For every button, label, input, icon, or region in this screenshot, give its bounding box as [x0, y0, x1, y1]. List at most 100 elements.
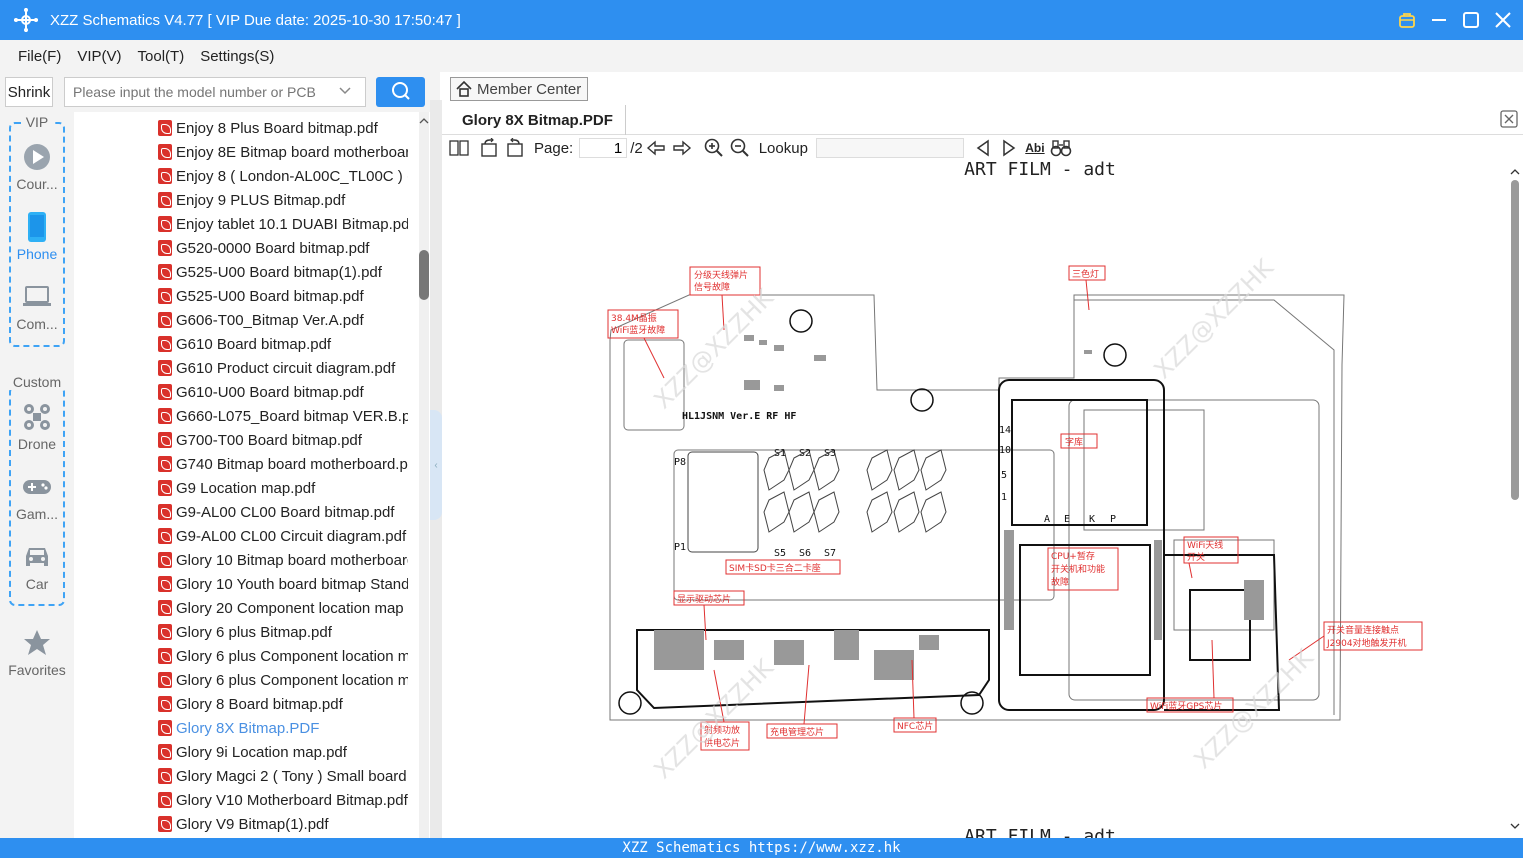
minimize-icon[interactable]: [1429, 10, 1449, 30]
panel-splitter[interactable]: ‹: [430, 100, 442, 838]
file-list-item[interactable]: G700-T00 Board bitmap.pdf: [158, 428, 408, 452]
search-button[interactable]: [376, 77, 425, 107]
search-input[interactable]: [73, 79, 337, 105]
file-name: Enjoy tablet 10.1 DUABI Bitmap.pdf: [176, 215, 408, 233]
file-name: Glory V9 Bitmap(1).pdf: [176, 815, 329, 833]
file-list-item[interactable]: Glory 6 plus Bitmap.pdf: [158, 620, 408, 644]
file-list-item[interactable]: G525-U00 Board bitmap.pdf: [158, 284, 408, 308]
file-list-item[interactable]: Enjoy 8E Bitmap board motherboard: [158, 140, 408, 164]
lookup-input[interactable]: [815, 138, 964, 158]
pdf-page[interactable]: ART FILM - adt ART FILM - adt HL1JSNM Ve…: [474, 160, 1507, 838]
pdf-file-icon: [158, 264, 172, 280]
pdf-toolbar: Page: /2 Lookup Abi: [442, 135, 1523, 161]
file-list-item[interactable]: G520-0000 Board bitmap.pdf: [158, 236, 408, 260]
lookup-label: Lookup: [758, 139, 808, 157]
menu-file[interactable]: File(F): [18, 48, 61, 65]
file-list-item[interactable]: G610 Board bitmap.pdf: [158, 332, 408, 356]
file-list-item[interactable]: Enjoy 9 PLUS Bitmap.pdf: [158, 188, 408, 212]
scrollbar-thumb[interactable]: [419, 250, 429, 300]
file-list-scrollbar[interactable]: [407, 112, 429, 838]
pdf-file-icon: [158, 408, 172, 424]
vip-bag-icon[interactable]: [1397, 10, 1417, 30]
sidebar-item-drone[interactable]: Drone: [0, 402, 74, 452]
file-name: G520-0000 Board bitmap.pdf: [176, 239, 370, 257]
next-page-icon[interactable]: [669, 137, 695, 159]
search-icon: [391, 81, 411, 104]
match-case-icon[interactable]: Abi: [1022, 137, 1048, 159]
two-page-view-icon[interactable]: [446, 137, 472, 159]
file-list-item[interactable]: G9-AL00 CL00 Board bitmap.pdf: [158, 500, 408, 524]
shrink-button[interactable]: Shrink: [5, 77, 53, 107]
rotate-left-icon[interactable]: [476, 137, 502, 159]
sidebar-item-game[interactable]: Gam...: [0, 472, 74, 522]
file-list-item[interactable]: Glory 8X Bitmap.PDF: [158, 716, 408, 740]
custom-group-label: Custom: [0, 374, 74, 390]
sidebar-item-phone[interactable]: Phone: [0, 212, 74, 262]
menu-tool[interactable]: Tool(T): [138, 48, 185, 65]
pin-label: A: [1044, 514, 1050, 525]
file-list-item[interactable]: Glory 6 plus Component location map: [158, 668, 408, 692]
binoculars-icon[interactable]: [1048, 137, 1074, 159]
zoom-out-icon[interactable]: [727, 137, 753, 159]
watermark: XZZ@XZZHK: [1148, 253, 1279, 384]
board-schematic: ART FILM - adt ART FILM - adt HL1JSNM Ve…: [607, 160, 1423, 838]
file-list-item[interactable]: Enjoy 8 Plus Board bitmap.pdf: [158, 116, 408, 140]
file-list-item[interactable]: Glory Magci 2 ( Tony ) Small board: [158, 764, 408, 788]
tab-glory-8x[interactable]: Glory 8X Bitmap.PDF: [450, 105, 626, 135]
file-list-item[interactable]: G740 Bitmap board motherboard.pdf: [158, 452, 408, 476]
file-list-item[interactable]: G606-T00_Bitmap Ver.A.pdf: [158, 308, 408, 332]
file-name: G9-AL00 CL00 Board bitmap.pdf: [176, 503, 395, 521]
file-list-item[interactable]: Glory 10 Youth board bitmap Standard: [158, 572, 408, 596]
sidebar-item-computer[interactable]: Com...: [0, 282, 74, 332]
previous-page-icon[interactable]: [643, 137, 669, 159]
pdf-file-icon: [158, 792, 172, 808]
model-search-field[interactable]: [64, 77, 366, 107]
maximize-icon[interactable]: [1461, 10, 1481, 30]
file-list-item[interactable]: Glory V10 Motherboard Bitmap.pdf: [158, 788, 408, 812]
member-center-button[interactable]: Member Center: [450, 77, 588, 101]
file-name: Glory 6 plus Component location map: [176, 647, 408, 665]
chevron-down-icon[interactable]: [337, 83, 353, 102]
sidebar-item-courses[interactable]: Cour...: [0, 142, 74, 192]
file-list-item[interactable]: G9-AL00 CL00 Circuit diagram.pdf: [158, 524, 408, 548]
file-list-item[interactable]: Glory 20 Component location map: [158, 596, 408, 620]
file-list-item[interactable]: Glory 6 plus Component location map: [158, 644, 408, 668]
file-list-item[interactable]: Enjoy 8 ( London-AL00C_TL00C ) (: [158, 164, 408, 188]
file-list-item[interactable]: G525-U00 Board bitmap(1).pdf: [158, 260, 408, 284]
play-circle-icon: [0, 142, 74, 172]
find-next-icon[interactable]: [996, 137, 1022, 159]
file-list-item[interactable]: Glory V9 Bitmap(1).pdf: [158, 812, 408, 836]
collapse-panel-icon[interactable]: ‹: [430, 410, 442, 520]
pin-label: 5: [1001, 470, 1007, 481]
find-previous-icon[interactable]: [970, 137, 996, 159]
file-list-item[interactable]: Glory 8 Board bitmap.pdf: [158, 692, 408, 716]
file-name: Glory 6 plus Bitmap.pdf: [176, 623, 332, 641]
file-list-item[interactable]: Glory 9i Location map.pdf: [158, 740, 408, 764]
file-name: G740 Bitmap board motherboard.pdf: [176, 455, 408, 473]
file-name: Glory 10 Bitmap board motherboard: [176, 551, 408, 569]
file-list-item[interactable]: G660-L075_Board bitmap VER.B.pdf: [158, 404, 408, 428]
close-tab-icon[interactable]: [1499, 109, 1519, 129]
sidebar-item-favorites[interactable]: Favorites: [0, 628, 74, 678]
file-name: G525-U00 Board bitmap(1).pdf: [176, 263, 382, 281]
page-number-input[interactable]: [579, 138, 628, 158]
pdf-scrollbar[interactable]: [1508, 160, 1522, 838]
close-icon[interactable]: [1493, 10, 1513, 30]
pin-label: S5: [774, 548, 786, 559]
sidebar-item-car[interactable]: Car: [0, 542, 74, 592]
file-name: Enjoy 8 Plus Board bitmap.pdf: [176, 119, 378, 137]
menu-settings[interactable]: Settings(S): [200, 48, 274, 65]
file-name: G660-L075_Board bitmap VER.B.pdf: [176, 407, 408, 425]
zoom-in-icon[interactable]: [701, 137, 727, 159]
file-list-item[interactable]: G9 Location map.pdf: [158, 476, 408, 500]
file-list-item[interactable]: Enjoy tablet 10.1 DUABI Bitmap.pdf: [158, 212, 408, 236]
file-name: Glory 8 Board bitmap.pdf: [176, 695, 343, 713]
pdf-file-icon: [158, 432, 172, 448]
file-list-item[interactable]: Glory 10 Bitmap board motherboard: [158, 548, 408, 572]
rotate-right-icon[interactable]: [502, 137, 528, 159]
menu-vip[interactable]: VIP(V): [77, 48, 121, 65]
home-icon: [455, 80, 473, 98]
file-list-item[interactable]: G610-U00 Board bitmap.pdf: [158, 380, 408, 404]
file-list-item[interactable]: G610 Product circuit diagram.pdf: [158, 356, 408, 380]
scrollbar-track[interactable]: [419, 112, 429, 838]
